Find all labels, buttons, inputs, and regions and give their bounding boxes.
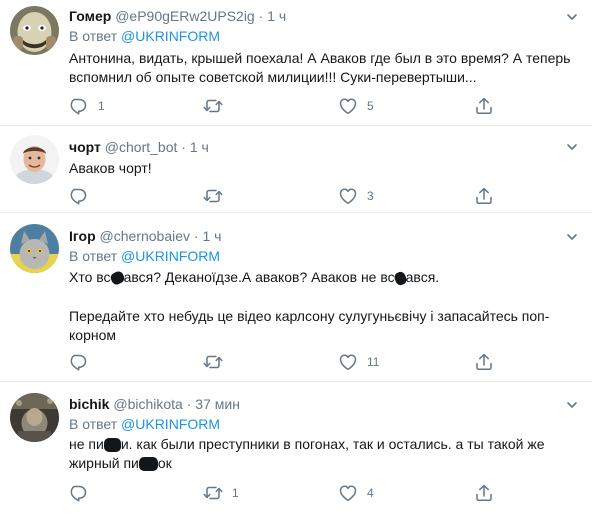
reply-context: В ответ @UKRINFORM — [69, 27, 220, 45]
retweet-button[interactable] — [203, 352, 232, 372]
caret-down-icon[interactable] — [566, 141, 578, 153]
tweet-text: Антонина, видать, крышей поехала! А Авак… — [69, 50, 571, 85]
retweet-icon — [203, 355, 223, 369]
text-fragment: не пи — [69, 436, 104, 452]
mention-link[interactable]: @UKRINFORM — [121, 248, 220, 264]
share-button[interactable] — [474, 352, 494, 372]
like-icon — [339, 354, 357, 370]
separator-dot: · — [181, 139, 186, 155]
mention-link[interactable]: @UKRINFORM — [121, 416, 220, 432]
separator-dot: · — [193, 228, 199, 244]
text-fragment: ався. — [405, 269, 440, 285]
reply-context: В ответ @UKRINFORM — [69, 247, 220, 265]
text-fragment: ок — [157, 455, 172, 471]
reply-icon — [70, 188, 87, 205]
separator-dot: · — [258, 8, 264, 24]
reply-button[interactable] — [69, 483, 98, 503]
user-handle[interactable]: @bichikota — [113, 396, 182, 412]
caret-down-icon[interactable] — [566, 231, 578, 243]
tweet-text: Аваков чорт! — [69, 160, 152, 176]
tweet[interactable]: Ігор @chernobaiev · 1 ч В ответ @UKRINFO… — [0, 213, 592, 382]
tweet-actions: 1 5 — [69, 96, 529, 116]
retweet-count: 1 — [232, 486, 239, 500]
timestamp[interactable]: 1 ч — [190, 139, 209, 155]
timestamp[interactable]: 1 ч — [202, 228, 221, 244]
text-fragment: Хто вс — [69, 269, 111, 285]
separator-dot: · — [186, 396, 192, 412]
tweet[interactable]: чорт @chort_bot · 1 ч Аваков чорт! 3 — [0, 126, 592, 213]
avatar[interactable] — [10, 224, 59, 273]
share-icon — [476, 484, 492, 502]
display-name[interactable]: Ігор — [69, 228, 96, 244]
reply-button[interactable] — [69, 186, 98, 206]
user-handle[interactable]: @chernobaiev — [100, 228, 191, 244]
reply-icon — [70, 354, 87, 371]
tweet[interactable]: bichik @bichikota · 37 мин В ответ @UKRI… — [0, 382, 592, 515]
share-button[interactable] — [474, 96, 494, 116]
like-icon — [339, 188, 357, 204]
tweet-header: чорт @chort_bot · 1 ч — [69, 138, 209, 156]
reply-prefix: В ответ — [69, 248, 118, 264]
avatar[interactable] — [10, 135, 59, 184]
tweet-text: Хто вс ався? Деканоїдзе.А аваков? Аваков … — [69, 268, 574, 287]
tweet-header: Гомер @eP90gERw2UPS2ig · 1 ч — [69, 7, 286, 25]
reply-prefix: В ответ — [69, 416, 118, 432]
tweet-text: не пи и. как были преступники в погонах, … — [69, 435, 569, 473]
like-count: 11 — [367, 355, 380, 369]
tweet-actions: 11 — [69, 352, 529, 372]
display-name[interactable]: чорт — [69, 139, 101, 155]
display-name[interactable]: Гомер — [69, 8, 111, 24]
share-icon — [476, 353, 492, 371]
tweet-text-paragraph: Передайте хто небудь це відео карлсону с… — [69, 308, 550, 343]
user-handle[interactable]: @chort_bot — [105, 139, 178, 155]
retweet-icon — [203, 99, 223, 113]
retweet-button[interactable] — [203, 96, 232, 116]
tweet-header: bichik @bichikota · 37 мин — [69, 395, 240, 413]
tweet-actions: 1 4 — [69, 483, 529, 503]
reply-icon — [70, 485, 87, 502]
caret-down-icon[interactable] — [566, 11, 578, 23]
like-count: 3 — [367, 189, 374, 203]
reply-icon — [70, 98, 87, 115]
redaction-blot — [138, 457, 158, 472]
share-icon — [476, 97, 492, 115]
tweet-actions: 3 — [69, 186, 529, 206]
avatar[interactable] — [10, 6, 59, 55]
retweet-icon — [203, 486, 223, 500]
like-count: 4 — [367, 486, 374, 500]
like-count: 5 — [367, 99, 374, 113]
caret-down-icon[interactable] — [566, 399, 578, 411]
like-button[interactable]: 3 — [338, 186, 374, 206]
redaction-blot — [103, 438, 121, 453]
reply-button[interactable]: 1 — [69, 96, 105, 116]
reply-button[interactable] — [69, 352, 98, 372]
share-icon — [476, 187, 492, 205]
reply-count: 1 — [98, 99, 105, 113]
reply-prefix: В ответ — [69, 28, 118, 44]
like-button[interactable]: 5 — [338, 96, 374, 116]
timestamp[interactable]: 1 ч — [267, 8, 286, 24]
like-icon — [339, 98, 357, 114]
like-button[interactable]: 4 — [338, 483, 374, 503]
mention-link[interactable]: @UKRINFORM — [121, 28, 220, 44]
like-button[interactable]: 11 — [338, 352, 379, 372]
share-button[interactable] — [474, 483, 494, 503]
user-handle[interactable]: @eP90gERw2UPS2ig — [115, 8, 255, 24]
retweet-icon — [203, 189, 223, 203]
like-icon — [339, 485, 357, 501]
text-fragment: ався? Деканоїдзе.А аваков? Аваков не вс — [123, 269, 395, 285]
share-button[interactable] — [474, 186, 494, 206]
retweet-button[interactable] — [203, 186, 232, 206]
display-name[interactable]: bichik — [69, 396, 109, 412]
retweet-button[interactable]: 1 — [203, 483, 239, 503]
tweet[interactable]: Гомер @eP90gERw2UPS2ig · 1 ч В ответ @UK… — [0, 0, 592, 126]
timestamp[interactable]: 37 мин — [195, 396, 240, 412]
avatar[interactable] — [10, 393, 59, 442]
tweet-header: Ігор @chernobaiev · 1 ч — [69, 227, 221, 245]
reply-context: В ответ @UKRINFORM — [69, 415, 220, 433]
